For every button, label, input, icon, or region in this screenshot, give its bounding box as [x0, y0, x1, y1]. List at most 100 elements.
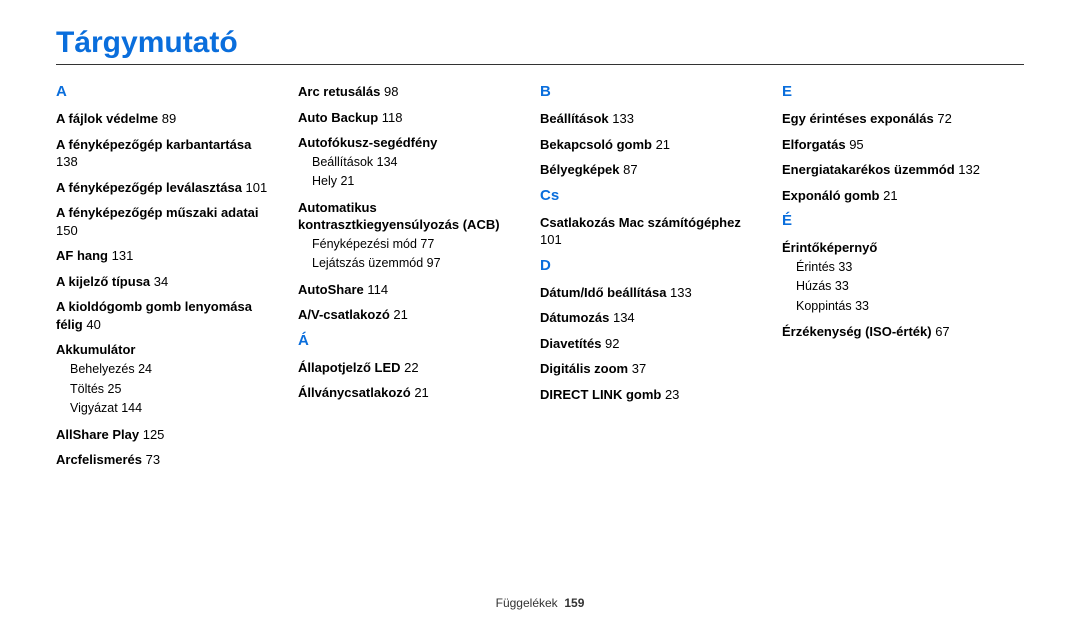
- entry-title: Exponáló gomb: [782, 188, 880, 203]
- index-entry: AutoShare 114: [298, 281, 518, 299]
- index-entry: A fájlok védelme 89: [56, 110, 276, 128]
- entry-page: 133: [666, 285, 691, 300]
- index-entry: A fényképezőgép leválasztása 101: [56, 179, 276, 197]
- entry-page: 150: [56, 223, 78, 238]
- entry-page: 21: [390, 307, 408, 322]
- entry-page: 37: [628, 361, 646, 376]
- index-entry: Érzékenység (ISO-érték) 67: [782, 323, 1002, 341]
- entry-title: Dátum/Idő beállítása: [540, 285, 666, 300]
- index-letter: E: [782, 83, 1002, 100]
- index-entry: Dátum/Idő beállítása 133: [540, 284, 760, 302]
- entry-title: A/V-csatlakozó: [298, 307, 390, 322]
- entry-title: Állapotjelző LED: [298, 360, 401, 375]
- index-entry: Csatlakozás Mac számítógéphez 101: [540, 214, 760, 249]
- index-entry: ÉrintőképernyőÉrintés 33Húzás 33Koppintá…: [782, 239, 1002, 315]
- entry-page: 72: [934, 111, 952, 126]
- index-letter: É: [782, 212, 1002, 229]
- index-entry: Bekapcsoló gomb 21: [540, 136, 760, 154]
- entry-page: 89: [158, 111, 176, 126]
- entry-title: AllShare Play: [56, 427, 139, 442]
- entry-page: 101: [540, 232, 562, 247]
- entry-title: Arc retusálás: [298, 84, 380, 99]
- entry-title: A fényképezőgép karbantartása: [56, 137, 251, 152]
- entry-page: 73: [142, 452, 160, 467]
- entry-page: 125: [139, 427, 164, 442]
- title-rule: [56, 64, 1024, 65]
- entry-sub: Beállítások 134: [312, 154, 518, 172]
- entry-title: Érzékenység (ISO-érték): [782, 324, 932, 339]
- index-entry: A kioldógomb gomb lenyomása félig 40: [56, 298, 276, 333]
- index-letter: A: [56, 83, 276, 100]
- entry-page: 132: [955, 162, 980, 177]
- page-title: Tárgymutató: [56, 26, 1024, 60]
- index-entry: Dátumozás 134: [540, 309, 760, 327]
- index-column: B Beállítások 133 Bekapcsoló gomb 21 Bélyeg…: [540, 83, 782, 477]
- index-entry: Auto Backup 118: [298, 109, 518, 127]
- index-column: E Egy érintéses exponálás 72 Elforgatás 95…: [782, 83, 1024, 477]
- entry-title: A fényképezőgép leválasztása: [56, 180, 242, 195]
- entry-title: Digitális zoom: [540, 361, 628, 376]
- entry-title: AF hang: [56, 248, 108, 263]
- entry-page: 23: [661, 387, 679, 402]
- page-footer: Függelékek 159: [0, 596, 1080, 610]
- entry-title: Beállítások: [540, 111, 609, 126]
- entry-page: 134: [609, 310, 634, 325]
- index-entry: Arc retusálás 98: [298, 83, 518, 101]
- entry-title: Elforgatás: [782, 137, 846, 152]
- index-entry: Diavetítés 92: [540, 335, 760, 353]
- entry-page: 21: [880, 188, 898, 203]
- entry-title: Diavetítés: [540, 336, 601, 351]
- entry-page: 92: [601, 336, 619, 351]
- index-letter: Cs: [540, 187, 760, 204]
- entry-title: Bekapcsoló gomb: [540, 137, 652, 152]
- entry-page: 114: [364, 282, 388, 297]
- entry-title: Automatikus kontrasztkiegyensúlyozás (AC…: [298, 200, 500, 233]
- entry-sub: Húzás 33: [796, 278, 1002, 296]
- index-entry: Állványcsatlakozó 21: [298, 384, 518, 402]
- entry-sub: Behelyezés 24: [70, 361, 276, 379]
- entry-page: 133: [609, 111, 634, 126]
- index-entry: Exponáló gomb 21: [782, 187, 1002, 205]
- entry-title: AutoShare: [298, 282, 364, 297]
- entry-sub: Érintés 33: [796, 259, 1002, 277]
- entry-page: 131: [108, 248, 133, 263]
- entry-page: 95: [846, 137, 864, 152]
- entry-title: DIRECT LINK gomb: [540, 387, 661, 402]
- entry-title: A kijelző típusa: [56, 274, 150, 289]
- entry-sub: Lejátszás üzemmód 97: [312, 255, 518, 273]
- entry-sub: Fényképezési mód 77: [312, 236, 518, 254]
- entry-title: Állványcsatlakozó: [298, 385, 411, 400]
- index-entry: A fényképezőgép karbantartása 138: [56, 136, 276, 171]
- entry-page: 22: [401, 360, 419, 375]
- entry-sub: Töltés 25: [70, 381, 276, 399]
- entry-title: Auto Backup: [298, 110, 378, 125]
- index-entry: AllShare Play 125: [56, 426, 276, 444]
- entry-title: Arcfelismerés: [56, 452, 142, 467]
- index-entry: Autofókusz-segédfény Beállítások 134Hely …: [298, 134, 518, 191]
- entry-sub: Vigyázat 144: [70, 400, 276, 418]
- entry-page: 87: [620, 162, 638, 177]
- entry-title: Egy érintéses exponálás: [782, 111, 934, 126]
- index-columns: A A fájlok védelme 89 A fényképezőgép karb…: [56, 83, 1024, 477]
- entry-sub: Hely 21: [312, 173, 518, 191]
- entry-page: 40: [83, 317, 101, 332]
- index-entry: A kijelző típusa 34: [56, 273, 276, 291]
- index-letter: B: [540, 83, 760, 100]
- entry-page: 34: [150, 274, 168, 289]
- index-column: Arc retusálás 98 Auto Backup 118 Autofókus…: [298, 83, 540, 477]
- footer-label: Függelékek: [496, 596, 558, 610]
- index-entry: Automatikus kontrasztkiegyensúlyozás (AC…: [298, 199, 518, 273]
- entry-page: 67: [932, 324, 950, 339]
- index-column: A A fájlok védelme 89 A fényképezőgép karb…: [56, 83, 298, 477]
- entry-title: A fényképezőgép műszaki adatai: [56, 205, 259, 220]
- index-letter: D: [540, 257, 760, 274]
- entry-title: Autofókusz-segédfény: [298, 135, 437, 150]
- index-entry: Digitális zoom 37: [540, 360, 760, 378]
- index-entry: A/V-csatlakozó 21: [298, 306, 518, 324]
- entry-page: 138: [56, 154, 78, 169]
- index-entry: Energiatakarékos üzemmód 132: [782, 161, 1002, 179]
- entry-page: 21: [411, 385, 429, 400]
- index-entry: Bélyegképek 87: [540, 161, 760, 179]
- entry-sub: Koppintás 33: [796, 298, 1002, 316]
- index-entry: A fényképezőgép műszaki adatai 150: [56, 204, 276, 239]
